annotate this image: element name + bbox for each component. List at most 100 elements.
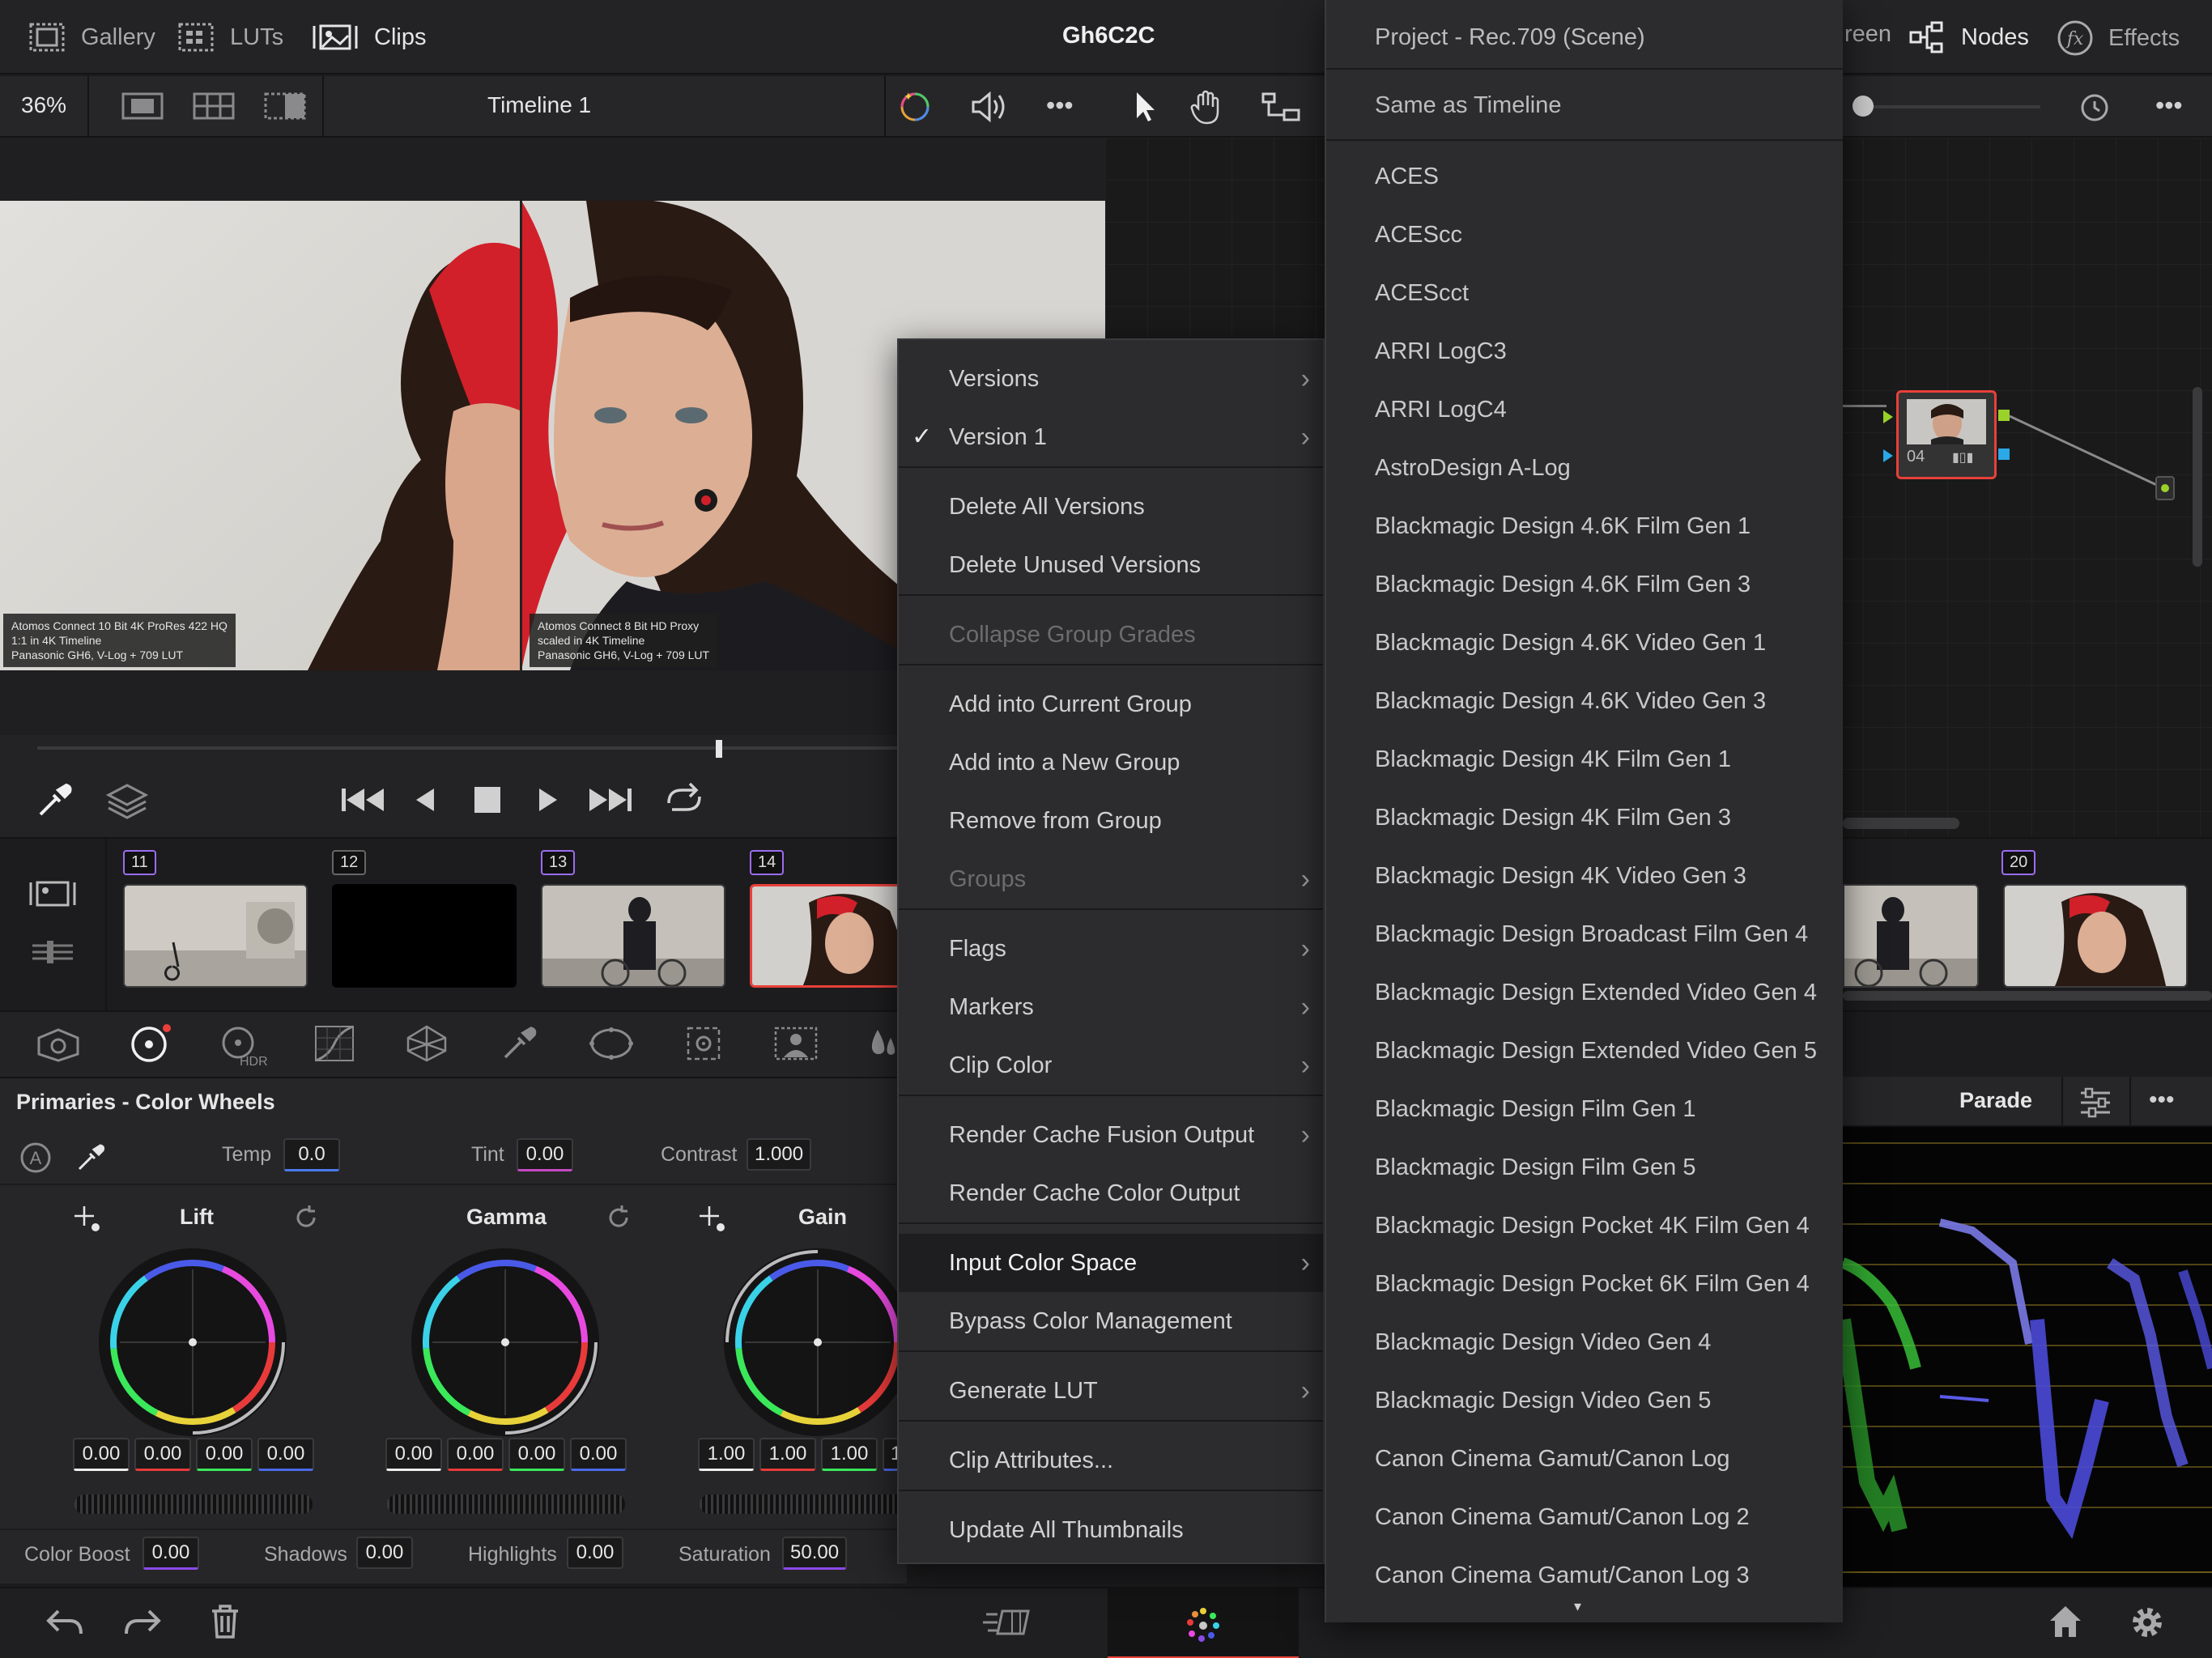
color-space-option[interactable]: Canon Cinema Gamut/Canon Log 3 [1375,1562,1750,1589]
lift-master-wheel[interactable] [74,1494,313,1514]
gain-wheel[interactable] [721,1245,907,1439]
gamma-master-value[interactable]: 0.00 [385,1438,442,1471]
highlights-value[interactable]: 0.00 [567,1537,623,1569]
single-viewer-icon[interactable] [121,92,164,124]
color-boost-value[interactable]: 0.00 [143,1537,199,1570]
lift-wheel[interactable] [96,1245,290,1439]
node-04[interactable]: 04 ▮▯▮ [1896,390,1997,479]
saturation-value[interactable]: 50.00 [782,1537,848,1570]
menu-item-remove-from-group[interactable]: Remove from Group [899,792,1323,850]
color-space-option[interactable]: Blackmagic Design 4.6K Film Gen 1 [1375,513,1750,540]
color-wheels-icon[interactable] [126,1023,172,1069]
color-space-option[interactable]: ACEScc [1375,222,1462,249]
color-space-option[interactable]: Blackmagic Design 4K Film Gen 1 [1375,746,1731,773]
color-space-option[interactable]: AstroDesign A-Log [1375,455,1571,482]
color-space-option[interactable]: Blackmagic Design Pocket 6K Film Gen 4 [1375,1271,1810,1298]
color-space-option[interactable]: Blackmagic Design Pocket 4K Film Gen 4 [1375,1213,1810,1239]
color-space-option[interactable]: Blackmagic Design 4K Video Gen 3 [1375,863,1746,890]
lift-reset-icon[interactable] [291,1203,321,1236]
menu-item-versions[interactable]: Versions › [899,350,1323,408]
temp-value[interactable]: 0.0 [283,1138,340,1171]
play-icon[interactable] [536,784,560,820]
auto-balance-icon[interactable]: A [19,1141,52,1178]
clips-view-icon[interactable] [28,878,78,914]
menu-item-markers[interactable]: Markers › [899,978,1323,1036]
scope-more-icon[interactable]: ••• [2149,1086,2175,1114]
node-scrollbar[interactable] [2193,387,2202,567]
gamma-red-value[interactable]: 0.00 [447,1438,504,1471]
loop-icon[interactable] [662,780,706,822]
gallery-tab[interactable]: Gallery [28,21,155,53]
settings-icon[interactable] [2128,1603,2167,1646]
scope-mode[interactable]: Parade [1959,1088,2032,1113]
edit-page-icon[interactable] [981,1606,1032,1643]
menu-item-render-cache-color-output[interactable]: Render Cache Color Output [899,1164,1323,1222]
timeline-name[interactable]: Timeline 1 [487,92,591,118]
split-wipe-icon[interactable] [264,92,306,124]
clip-thumbnail-12[interactable] [332,884,517,988]
stop-icon[interactable] [473,785,502,818]
menu-item-input-color-space[interactable]: Input Color Space › [899,1234,1323,1292]
effects-tab[interactable]: fx Effects [2057,19,2180,57]
clip-thumbnail-19[interactable] [1843,884,1979,988]
luts-tab[interactable]: LUTs [177,21,283,53]
color-space-option[interactable]: Canon Cinema Gamut/Canon Log 2 [1375,1504,1750,1531]
layers-icon[interactable] [105,780,149,825]
color-space-option[interactable]: ARRI LogC4 [1375,397,1507,423]
menu-item-clip-color[interactable]: Clip Color › [899,1036,1323,1095]
color-space-option[interactable]: Blackmagic Design Film Gen 5 [1375,1154,1695,1181]
lift-blue-value[interactable]: 0.00 [257,1438,314,1471]
menu-item-version-1[interactable]: Version 1 ✓ › [899,408,1323,466]
gain-green-value[interactable]: 1.00 [821,1438,878,1471]
color-space-option[interactable]: Blackmagic Design Extended Video Gen 4 [1375,980,1817,1006]
clip-thumbnail-20[interactable] [2003,884,2188,988]
gain-master-value[interactable]: 1.00 [698,1438,755,1471]
menu-item-clip-attributes[interactable]: Clip Attributes... [899,1431,1323,1490]
undo-icon[interactable] [44,1605,84,1644]
color-space-option[interactable]: Blackmagic Design 4.6K Film Gen 3 [1375,572,1750,598]
scroll-down-icon[interactable]: ▾ [1574,1598,1581,1615]
node-zoom-slider[interactable] [1861,105,2040,108]
tint-value[interactable]: 0.00 [517,1138,573,1171]
window-icon[interactable] [588,1023,635,1068]
menu-item-add-into-a-new-group[interactable]: Add into a New Group [899,733,1323,792]
scope-settings-icon[interactable] [2078,1086,2113,1123]
lift-green-value[interactable]: 0.00 [196,1438,253,1471]
grid-viewer-icon[interactable] [193,92,235,124]
gain-master-wheel[interactable] [700,1494,907,1514]
color-management-icon[interactable]: ✦ [894,87,936,130]
trash-icon[interactable] [209,1603,241,1644]
audio-icon[interactable] [968,87,1010,130]
tracker-icon[interactable] [682,1023,725,1068]
color-space-option[interactable]: Blackmagic Design Broadcast Film Gen 4 [1375,921,1808,948]
pointer-icon[interactable] [1129,87,1161,130]
color-space-option[interactable]: Canon Cinema Gamut/Canon Log [1375,1446,1729,1473]
gamma-blue-value[interactable]: 0.00 [570,1438,627,1471]
color-warper-icon[interactable] [405,1023,449,1068]
clip-thumbnail-11[interactable] [123,884,308,988]
color-space-option[interactable]: Blackmagic Design Extended Video Gen 5 [1375,1038,1817,1065]
shadows-value[interactable]: 0.00 [356,1537,413,1569]
skip-forward-icon[interactable] [588,784,633,820]
color-space-option[interactable]: Blackmagic Design 4K Film Gen 3 [1375,805,1731,831]
eyedropper-icon[interactable] [34,780,74,825]
menu-item-delete-unused-versions[interactable]: Delete Unused Versions [899,536,1323,594]
color-space-timeline-option[interactable]: Same as Timeline [1375,92,1562,119]
color-space-option[interactable]: Blackmagic Design Video Gen 4 [1375,1329,1711,1356]
lift-picker-icon[interactable] [73,1205,102,1238]
nodes-tab[interactable]: Nodes [1908,19,2029,55]
menu-item-flags[interactable]: Flags › [899,920,1323,978]
color-space-option[interactable]: Blackmagic Design Video Gen 5 [1375,1388,1711,1414]
slider-handle[interactable] [1853,96,1874,117]
blur-icon[interactable] [866,1023,899,1068]
menu-item-bypass-color-management[interactable]: Bypass Color Management [899,1292,1323,1350]
contrast-value[interactable]: 1.000 [747,1138,812,1171]
zoom-level[interactable]: 36% [21,92,66,118]
node-h-scrollbar[interactable] [1843,818,1959,829]
qualifier-icon[interactable] [499,1023,539,1068]
gamma-green-value[interactable]: 0.00 [508,1438,565,1471]
color-space-option[interactable]: ACEScct [1375,280,1469,307]
clip-strip-scrollbar[interactable] [1843,991,2212,1001]
color-space-option[interactable]: Blackmagic Design 4.6K Video Gen 1 [1375,630,1766,657]
skip-back-icon[interactable] [340,784,385,820]
